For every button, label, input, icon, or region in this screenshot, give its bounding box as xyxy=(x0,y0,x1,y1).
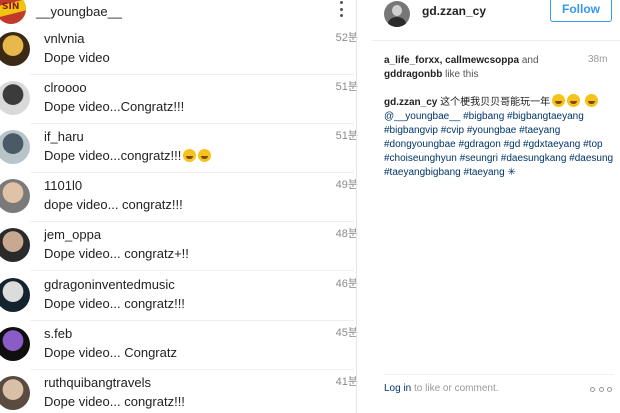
likes-names[interactable]: a_life_forxx, callmewcsoppa xyxy=(384,55,519,66)
hashtag-link[interactable]: #bigbang xyxy=(463,111,504,122)
comment-body: Dope video...Congratz!!! xyxy=(44,99,185,114)
likes-summary: a_life_forxx, callmewcsoppa and gddragon… xyxy=(384,54,564,82)
hashtag-link[interactable]: #gdragon xyxy=(459,139,501,150)
commenter-avatar[interactable] xyxy=(0,327,30,361)
hashtag-link[interactable]: #gd xyxy=(504,139,521,150)
hashtag-link[interactable]: #top xyxy=(583,139,602,150)
commenter-username[interactable]: s.feb xyxy=(44,326,72,341)
comment-text: Dope video... congratz+!! xyxy=(44,246,189,261)
header-avatar[interactable]: SIN xyxy=(0,0,26,24)
login-link[interactable]: Log in xyxy=(384,383,411,394)
follow-button[interactable]: Follow xyxy=(550,0,612,22)
comment-time: 48분 xyxy=(335,228,358,240)
caption-username[interactable]: gd.zzan_cy xyxy=(384,97,437,108)
more-options-icon[interactable] xyxy=(336,1,346,17)
commenter-avatar[interactable] xyxy=(0,228,30,262)
comment-time: 51분 xyxy=(335,130,358,142)
header-username[interactable]: __youngbae__ xyxy=(36,4,122,19)
comment-text: dope video... congratz!!! xyxy=(44,197,183,212)
post-panel: gd.zzan_cy Follow a_life_forxx, callmewc… xyxy=(372,0,620,413)
footer-divider xyxy=(384,374,614,375)
hashtag-link[interactable]: #daesungkang xyxy=(501,153,567,164)
commenter-avatar[interactable] xyxy=(0,32,30,66)
comment-row: vnlvnia Dope video 52분 xyxy=(0,26,362,75)
comment-body: Dope video... Congratz xyxy=(44,345,177,360)
caption-text: 这个梗我贝贝哥能玩一年 xyxy=(440,97,551,108)
comment-body: dope video... congratz!!! xyxy=(44,197,183,212)
comment-row: ruthquibangtravels Dope video... congratz… xyxy=(0,370,362,413)
commenter-username[interactable]: 1101l0 xyxy=(44,178,82,193)
comment-row: gdragoninventedmusic Dope video... congra… xyxy=(0,272,362,321)
hashtag-link[interactable]: #dongyoungbae xyxy=(384,139,456,150)
comment-time: 51분 xyxy=(335,81,358,93)
comment-time: 46분 xyxy=(335,278,358,290)
commenter-avatar[interactable] xyxy=(0,376,30,410)
comment-row: s.feb Dope video... Congratz 45분 xyxy=(0,321,362,370)
grinning-face-icon xyxy=(183,149,197,162)
commenter-avatar[interactable] xyxy=(0,278,30,312)
hashtag-link[interactable]: #bigbangvip xyxy=(384,125,438,136)
hashtag-link[interactable]: #cvip xyxy=(441,125,464,136)
comment-text: Dope video... congratz!!! xyxy=(44,296,185,311)
hashtag-link[interactable]: #taeyang xyxy=(519,125,560,136)
comment-separator xyxy=(30,270,354,271)
comment-text: Dope video...Congratz!!! xyxy=(44,99,184,114)
commenter-username[interactable]: gdragoninventedmusic xyxy=(44,277,175,292)
commenter-username[interactable]: clroooo xyxy=(44,80,87,95)
grinning-face-icon xyxy=(198,149,212,162)
header-divider xyxy=(372,40,620,41)
commenter-avatar[interactable] xyxy=(0,179,30,213)
comment-body: Dope video... congratz+!! xyxy=(44,246,189,261)
login-suffix: to like or comment. xyxy=(414,383,499,394)
hashtag-link[interactable]: #taeyangbigbang xyxy=(384,167,461,178)
comment-row: if_haru Dope video...congratz!!! 51분 xyxy=(0,124,362,173)
comments-panel: SIN __youngbae__ vnlvnia Dope video 52분 clr… xyxy=(0,0,362,413)
header-avatar-text: SIN xyxy=(2,2,20,12)
commenter-avatar[interactable] xyxy=(0,81,30,115)
comment-time: 45분 xyxy=(335,327,358,339)
login-prompt: Log in to like or comment. xyxy=(384,383,499,394)
hashtag-link[interactable]: #daesung xyxy=(569,153,613,164)
comment-time: 52분 xyxy=(335,32,358,44)
post-caption: gd.zzan_cy 这个梗我贝贝哥能玩一年 @__youngbae__ #bi… xyxy=(384,94,616,180)
likes-and: and xyxy=(521,55,539,66)
comment-body: Dope video... congratz!!! xyxy=(44,394,185,409)
comment-text: Dope video xyxy=(44,50,110,65)
likes-last-name[interactable]: gddragonbb xyxy=(384,69,442,80)
comment-time: 41분 xyxy=(335,376,358,388)
caption-trailing-symbol: ✳ xyxy=(507,167,516,178)
comment-row: jem_oppa Dope video... congratz+!! 48분 xyxy=(0,222,362,271)
commenter-username[interactable]: ruthquibangtravels xyxy=(44,375,151,390)
post-timestamp: 38m xyxy=(588,54,608,65)
comment-text: Dope video... Congratz xyxy=(44,345,177,360)
hashtag-link[interactable]: #youngbae xyxy=(467,125,517,136)
grinning-face-icon xyxy=(552,94,566,107)
grinning-face-icon xyxy=(584,94,598,107)
comment-body: Dope video...congratz!!! xyxy=(44,148,182,163)
comment-text: Dope video... congratz!!! xyxy=(44,394,185,409)
comment-body: Dope video... congratz!!! xyxy=(44,296,185,311)
post-author-avatar[interactable] xyxy=(384,1,410,27)
commenter-avatar[interactable] xyxy=(0,130,30,164)
hashtag-link[interactable]: #seungri xyxy=(460,153,498,164)
likes-suffix: like this xyxy=(445,69,479,80)
comment-row: clroooo Dope video...Congratz!!! 51분 xyxy=(0,75,362,124)
hashtag-link[interactable]: #choiseunghyun xyxy=(384,153,457,164)
hashtag-link[interactable]: #taeyang xyxy=(464,167,505,178)
panel-divider xyxy=(356,0,357,413)
more-actions-icon[interactable] xyxy=(590,385,612,393)
caption-mention[interactable]: @__youngbae__ xyxy=(384,111,460,122)
comment-body: Dope video xyxy=(44,50,110,65)
commenter-username[interactable]: vnlvnia xyxy=(44,31,84,46)
hashtag-link[interactable]: #gdxtaeyang xyxy=(523,139,580,150)
comment-row: 1101l0 dope video... congratz!!! 49분 xyxy=(0,173,362,222)
post-author-username[interactable]: gd.zzan_cy xyxy=(422,4,486,18)
grinning-face-icon xyxy=(567,94,581,107)
comments-header: SIN __youngbae__ xyxy=(0,0,362,26)
hashtag-link[interactable]: #bigbangtaeyang xyxy=(507,111,584,122)
comment-text: Dope video...congratz!!! xyxy=(44,148,212,163)
commenter-username[interactable]: jem_oppa xyxy=(44,227,101,242)
commenter-username[interactable]: if_haru xyxy=(44,129,84,144)
comment-time: 49분 xyxy=(335,179,358,191)
